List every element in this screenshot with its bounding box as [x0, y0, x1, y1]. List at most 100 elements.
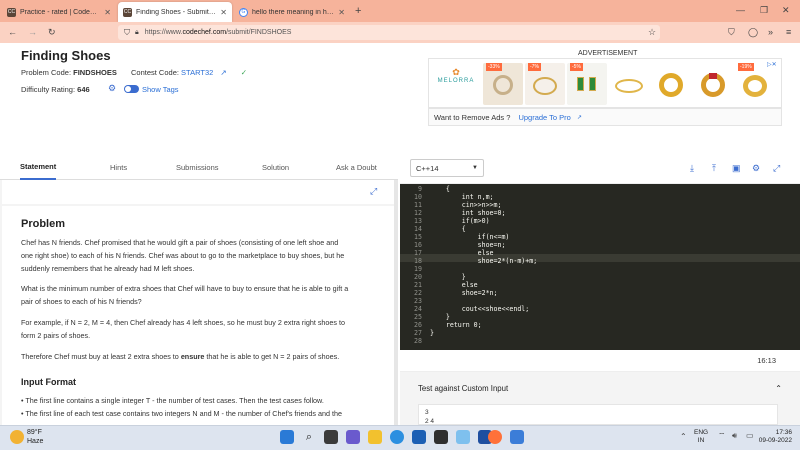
line-number: 19 — [414, 265, 422, 273]
code-line: if(n<=m) — [430, 233, 510, 241]
pocket-icon[interactable]: ⛉ — [728, 27, 735, 38]
list-item: • The first line contains a single integ… — [21, 396, 324, 405]
extensions-icon[interactable]: » — [768, 27, 773, 37]
app-icon[interactable] — [456, 430, 470, 444]
firefox-icon[interactable] — [488, 430, 502, 444]
difficulty-rating: Difficulty Rating: 646 — [21, 85, 90, 94]
edge-icon[interactable] — [390, 430, 404, 444]
statement-toolbar: ⤢ — [2, 180, 394, 204]
battery-icon[interactable]: ▭ — [746, 431, 754, 440]
external-link-icon[interactable]: ↗ — [577, 114, 582, 121]
weather-widget[interactable]: 89°F Haze — [27, 428, 43, 446]
browser-tab-practice[interactable]: CC Practice - rated | CodeChef ✕ — [2, 2, 116, 22]
fullscreen-icon[interactable]: ⤢ — [773, 163, 780, 174]
language-indicator[interactable]: ENG IN — [694, 429, 708, 445]
task-view-icon[interactable] — [324, 430, 338, 444]
contest-link[interactable]: START32 — [181, 68, 213, 77]
search-icon[interactable]: ⌕ — [302, 430, 316, 444]
show-tags-label[interactable]: Show Tags — [142, 85, 179, 94]
forward-arrow-icon[interactable]: → — [28, 27, 37, 37]
ad-red-ring-image[interactable] — [693, 63, 733, 105]
save-icon[interactable]: ▣ — [732, 163, 741, 174]
code-line: else — [430, 249, 494, 257]
external-link-icon[interactable]: ↗ — [220, 68, 226, 77]
code-line: cin>>n>>m; — [430, 201, 502, 209]
restore-icon[interactable]: ❐ — [760, 5, 768, 16]
bookmark-star-icon[interactable]: ☆ — [648, 27, 656, 38]
statement-card: Problem Chef has N friends. Chef promise… — [2, 206, 394, 425]
statement-scrollbar[interactable] — [394, 180, 398, 425]
ad-band-image[interactable]: -19% — [735, 63, 775, 105]
custom-input-header[interactable]: Test against Custom Input ⌃ — [410, 378, 790, 398]
close-tab-icon[interactable]: ✕ — [220, 8, 227, 17]
expand-icon[interactable]: ⤢ — [370, 186, 377, 197]
tab-submissions[interactable]: Submissions — [176, 154, 219, 180]
reload-icon[interactable]: ↻ — [48, 27, 56, 38]
upgrade-to-pro-link[interactable]: Upgrade To Pro — [518, 113, 570, 122]
clock[interactable]: 17:36 09-09-2022 — [756, 429, 792, 445]
google-favicon-icon: G — [239, 7, 248, 17]
statement-paragraph-4: Therefore Chef must buy at least 2 extra… — [21, 352, 340, 361]
start-windows-icon[interactable] — [280, 430, 294, 444]
ad-choices-icon[interactable]: ▷✕ — [767, 61, 777, 68]
volume-icon[interactable]: 🔊︎ — [732, 431, 737, 441]
code-editor[interactable]: 9 10 11 12 13 14 15 16 17 18 19 20 21 22… — [400, 184, 800, 350]
line-number: 25 — [414, 313, 422, 321]
tab-statement[interactable]: Statement — [20, 154, 57, 180]
lock-icon: 🔒︎ — [135, 28, 139, 36]
tab-hints[interactable]: Hints — [110, 154, 127, 180]
weather-sun-icon[interactable] — [10, 430, 24, 444]
window-close-icon[interactable]: ✕ — [782, 5, 790, 16]
ad-bangle-image[interactable] — [609, 63, 649, 105]
menu-icon[interactable]: ≡ — [786, 27, 791, 37]
new-tab-plus-icon[interactable]: + — [355, 5, 361, 17]
upload-icon[interactable]: ⤒ — [712, 163, 716, 174]
close-tab-icon[interactable]: ✕ — [104, 8, 111, 17]
custom-input-field[interactable]: 3 2 4 — [418, 404, 778, 425]
line-number: 16 — [414, 241, 422, 249]
code-line: return 0; — [430, 321, 482, 329]
code-line: } — [430, 329, 434, 337]
page-title: Finding Shoes — [21, 48, 111, 63]
back-arrow-icon[interactable]: ← — [8, 27, 17, 37]
tab-solution[interactable]: Solution — [262, 154, 289, 180]
input-format-heading: Input Format — [21, 377, 76, 387]
code-line: shoe=2*n; — [430, 289, 498, 297]
line-number: 22 — [414, 289, 422, 297]
line-number: 9 — [418, 185, 422, 193]
gear-icon[interactable]: ⚙ — [108, 83, 116, 94]
account-icon[interactable]: ◯ — [748, 27, 758, 38]
browser-tab-google[interactable]: G hello there meaning in hindi - G ✕ — [234, 2, 350, 22]
line-number: 11 — [414, 201, 422, 209]
language-select[interactable]: C++14 ▼ — [410, 159, 484, 177]
store-icon[interactable] — [412, 430, 426, 444]
code-line: shoe=n; — [430, 241, 506, 249]
close-tab-icon[interactable]: ✕ — [338, 8, 345, 17]
codechef-favicon-icon: CC — [123, 7, 132, 17]
code-line: { — [430, 225, 466, 233]
show-tags-toggle[interactable] — [124, 85, 139, 93]
chevron-up-icon[interactable]: ⌃ — [775, 384, 782, 393]
browser-tab-finding-shoes[interactable]: CC Finding Shoes - Submit | CodeChef ✕ — [118, 2, 232, 22]
settings-gear-icon[interactable]: ⚙ — [752, 163, 760, 174]
wifi-icon[interactable]: ⌔ — [718, 431, 726, 441]
download-icon[interactable]: ⤓ — [690, 163, 694, 174]
ad-label: ADVERTISEMENT — [578, 50, 638, 57]
minimize-icon[interactable]: — — [736, 5, 745, 15]
dell-icon[interactable] — [434, 430, 448, 444]
chevron-up-tray-icon[interactable]: ⌃ — [680, 432, 687, 441]
tab-ask-a-doubt[interactable]: Ask a Doubt — [336, 154, 377, 180]
ad-earrings-image[interactable]: -5% — [567, 63, 607, 105]
line-number: 24 — [414, 305, 422, 313]
address-bar[interactable]: ⛉ 🔒︎ https://www. codechef.com/submit/FIN… — [118, 25, 660, 40]
ad-ring-image[interactable]: -33% — [483, 63, 523, 105]
line-number: 14 — [414, 225, 422, 233]
chat-icon[interactable] — [346, 430, 360, 444]
ad-gold-ring-image[interactable] — [651, 63, 691, 105]
file-explorer-icon[interactable] — [368, 430, 382, 444]
ad-banner[interactable]: ✿ MELORRA -33% -7% -5% -19% ▷✕ — [428, 58, 782, 108]
statement-paragraph-2: What is the minimum number of extra shoe… — [21, 284, 349, 306]
notepad-icon[interactable] — [510, 430, 524, 444]
ad-bracelet-image[interactable]: -7% — [525, 63, 565, 105]
statement-paragraph-1: Chef has N friends. Chef promised that h… — [21, 238, 345, 273]
